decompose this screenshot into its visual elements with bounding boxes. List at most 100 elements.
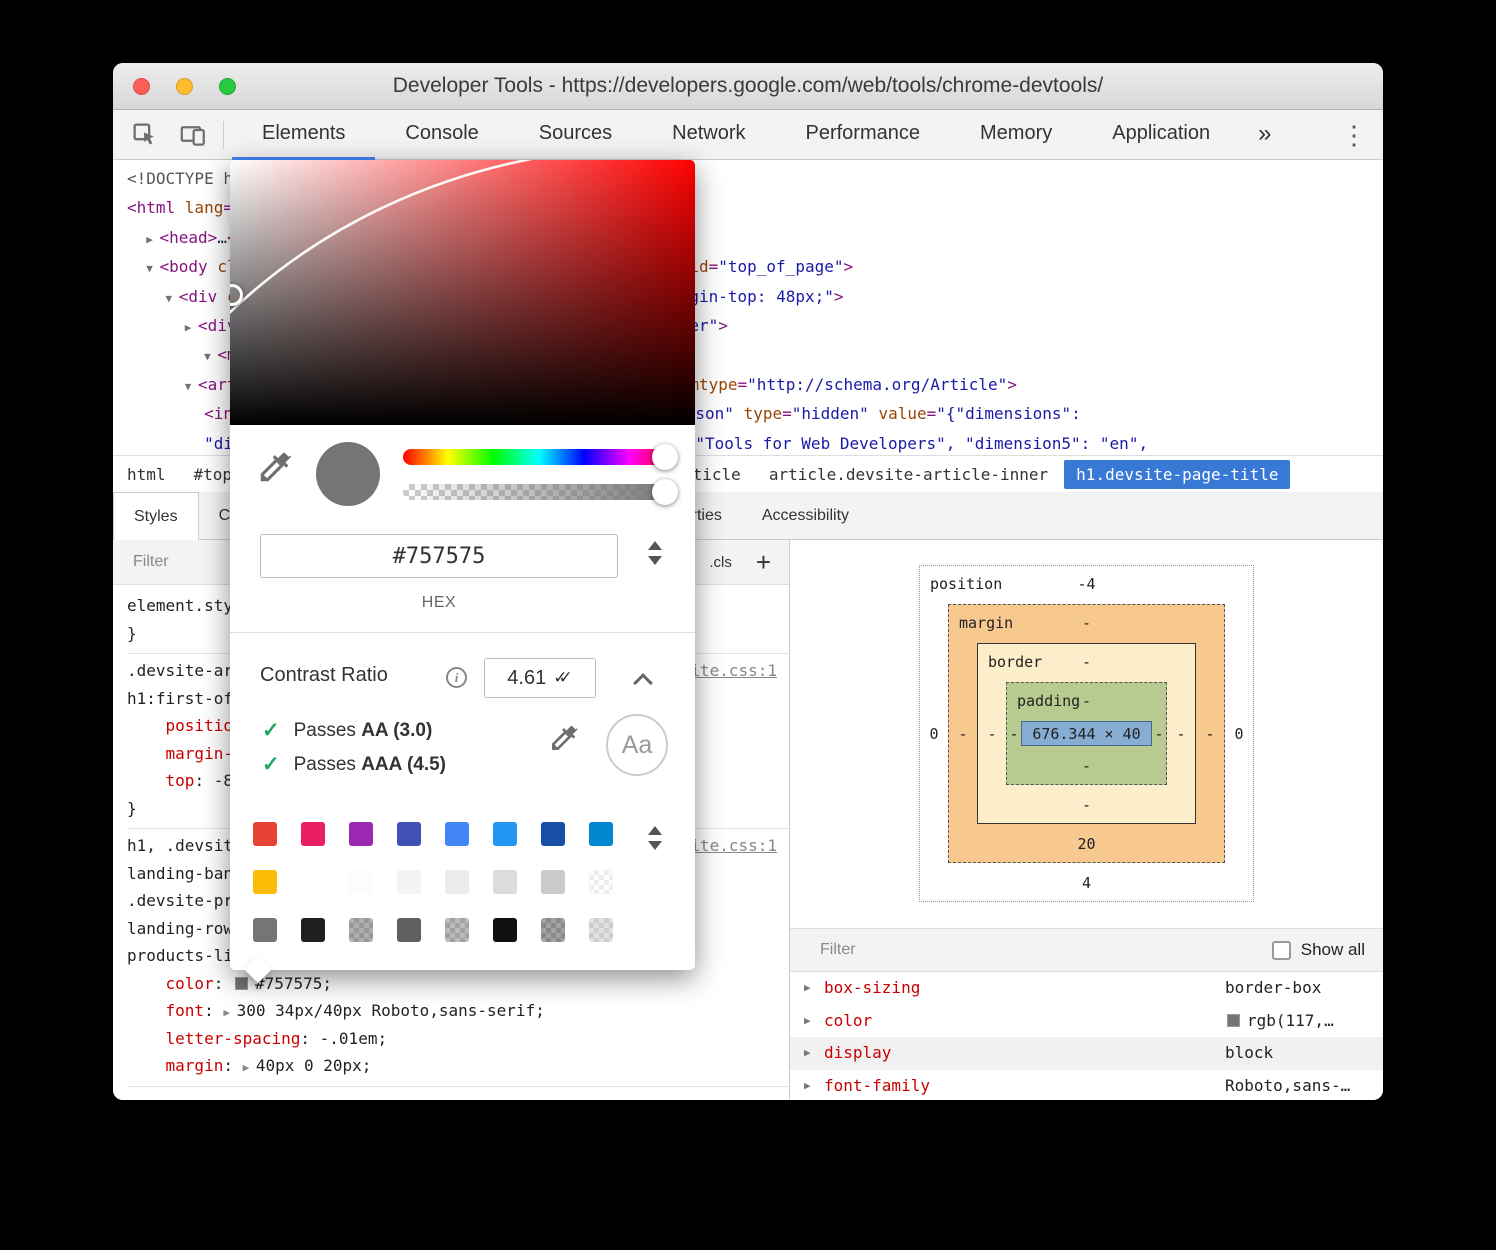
expand-arrow-icon[interactable]: ▶ <box>804 1037 811 1070</box>
palette-swatch[interactable] <box>493 918 517 942</box>
position-bottom-value[interactable]: 4 <box>1082 874 1091 892</box>
palette-down-icon[interactable] <box>648 841 662 850</box>
close-button[interactable] <box>133 78 150 95</box>
margin-right-value[interactable]: - <box>1205 725 1214 743</box>
expand-arrow-icon[interactable]: ▶ <box>804 1005 811 1038</box>
palette-swatch[interactable] <box>349 870 373 894</box>
minimize-button[interactable] <box>176 78 193 95</box>
computed-filter-input[interactable]: Filter <box>820 941 856 959</box>
palette-swatch[interactable] <box>589 822 613 846</box>
saturation-value-gradient[interactable] <box>230 160 695 425</box>
padding-bottom-value[interactable]: - <box>1082 757 1091 775</box>
decrement-icon[interactable] <box>648 556 662 565</box>
palette-swatch[interactable] <box>253 870 277 894</box>
position-left-value[interactable]: 0 <box>929 725 938 743</box>
tab-accessibility[interactable]: Accessibility <box>742 492 869 539</box>
palette-swatch[interactable] <box>301 918 325 942</box>
hue-slider[interactable] <box>403 449 675 465</box>
palette-swatch[interactable] <box>253 822 277 846</box>
breadcrumb-item[interactable]: article.devsite-article-inner <box>769 465 1048 484</box>
palette-swatch[interactable] <box>445 870 469 894</box>
box-model-content[interactable]: 676.344 × 40 <box>1021 721 1152 746</box>
computed-pane: position -4 0 0 4 margin - - - 20 border… <box>790 540 1383 1100</box>
border-left-value[interactable]: - <box>987 725 996 743</box>
breadcrumb-item[interactable]: html <box>127 465 166 484</box>
tab-sources[interactable]: Sources <box>509 110 642 160</box>
css-line[interactable]: color: #757575; <box>127 970 789 998</box>
tab-performance[interactable]: Performance <box>776 110 951 160</box>
palette-swatch[interactable] <box>541 918 565 942</box>
margin-left-value[interactable]: - <box>958 725 967 743</box>
format-spinner[interactable] <box>648 541 662 565</box>
inspect-icon[interactable] <box>127 118 161 152</box>
alpha-gradient <box>403 484 675 500</box>
eyedropper-icon[interactable] <box>548 722 580 759</box>
tab-console[interactable]: Console <box>375 110 508 160</box>
contrast-preview-button[interactable]: Aa <box>606 714 668 776</box>
color-swatch[interactable] <box>235 977 248 990</box>
show-all-checkbox[interactable] <box>1272 941 1291 960</box>
border-top-value[interactable]: - <box>1082 653 1091 671</box>
tab-network[interactable]: Network <box>642 110 775 160</box>
css-line[interactable]: margin: ▶ 40px 0 20px; <box>127 1052 789 1080</box>
class-toggle-button[interactable]: .cls <box>709 554 732 571</box>
padding-left-value[interactable]: - <box>1009 725 1018 743</box>
palette-swatch[interactable] <box>589 918 613 942</box>
palette-swatch[interactable] <box>253 918 277 942</box>
tab-more[interactable]: » <box>1240 110 1289 160</box>
alpha-slider[interactable] <box>403 484 675 500</box>
breadcrumb-item[interactable]: h1.devsite-page-title <box>1064 460 1290 489</box>
tab-memory[interactable]: Memory <box>950 110 1082 160</box>
position-right-value[interactable]: 0 <box>1234 725 1243 743</box>
position-top-value[interactable]: -4 <box>1077 575 1095 593</box>
palette-up-icon[interactable] <box>648 826 662 835</box>
computed-property-row[interactable]: ▶colorrgb(117,… <box>790 1005 1383 1038</box>
expand-arrow-icon[interactable]: ▶ <box>804 972 811 1005</box>
palette-swatch[interactable] <box>445 822 469 846</box>
computed-property-row[interactable]: ▶displayblock <box>790 1037 1383 1070</box>
box-model-diagram[interactable]: position -4 0 0 4 margin - - - 20 border… <box>919 565 1254 902</box>
styles-filter-input[interactable]: Filter <box>133 553 169 571</box>
tab-elements[interactable]: Elements <box>232 110 375 160</box>
css-line[interactable]: font: ▶ 300 34px/40px Roboto,sans-serif; <box>127 997 789 1025</box>
padding-top-value[interactable]: - <box>1082 692 1091 710</box>
current-color-swatch[interactable] <box>316 442 380 506</box>
border-bottom-value[interactable]: - <box>1082 796 1091 814</box>
css-line[interactable]: letter-spacing: -.01em; <box>127 1025 789 1053</box>
border-right-value[interactable]: - <box>1176 725 1185 743</box>
margin-top-value[interactable]: - <box>1082 614 1091 632</box>
palette-swatch[interactable] <box>301 870 325 894</box>
alpha-knob[interactable] <box>652 479 678 505</box>
palette-swatch[interactable] <box>541 870 565 894</box>
eyedropper-icon[interactable] <box>256 448 294 491</box>
hex-input[interactable] <box>261 535 617 577</box>
padding-right-value[interactable]: - <box>1154 725 1163 743</box>
chevron-up-icon[interactable] <box>633 673 653 693</box>
expand-arrow-icon[interactable]: ▶ <box>804 1070 811 1101</box>
device-toolbar-icon[interactable] <box>175 118 209 152</box>
palette-swatch[interactable] <box>445 918 469 942</box>
palette-swatch[interactable] <box>349 822 373 846</box>
palette-swatch[interactable] <box>541 822 565 846</box>
palette-swatch[interactable] <box>397 870 421 894</box>
computed-property-row[interactable]: ▶font-familyRoboto,sans-… <box>790 1070 1383 1101</box>
palette-swatch[interactable] <box>301 822 325 846</box>
new-style-rule-icon[interactable]: + <box>756 547 771 578</box>
tab-application[interactable]: Application <box>1082 110 1240 160</box>
palette-swatch[interactable] <box>493 822 517 846</box>
tab-styles[interactable]: Styles <box>113 492 199 540</box>
menu-icon[interactable]: ⋮ <box>1341 110 1367 160</box>
computed-properties: ▶box-sizingborder-box▶colorrgb(117,…▶dis… <box>790 972 1383 1100</box>
zoom-button[interactable] <box>219 78 236 95</box>
margin-bottom-value[interactable]: 20 <box>1077 835 1095 853</box>
palette-spinner[interactable] <box>648 826 662 850</box>
palette-swatch[interactable] <box>397 918 421 942</box>
palette-swatch[interactable] <box>349 918 373 942</box>
palette-swatch[interactable] <box>397 822 421 846</box>
computed-property-row[interactable]: ▶box-sizingborder-box <box>790 972 1383 1005</box>
hue-knob[interactable] <box>652 444 678 470</box>
palette-swatch[interactable] <box>493 870 517 894</box>
increment-icon[interactable] <box>648 541 662 550</box>
info-icon[interactable]: i <box>446 667 467 688</box>
palette-swatch[interactable] <box>589 870 613 894</box>
